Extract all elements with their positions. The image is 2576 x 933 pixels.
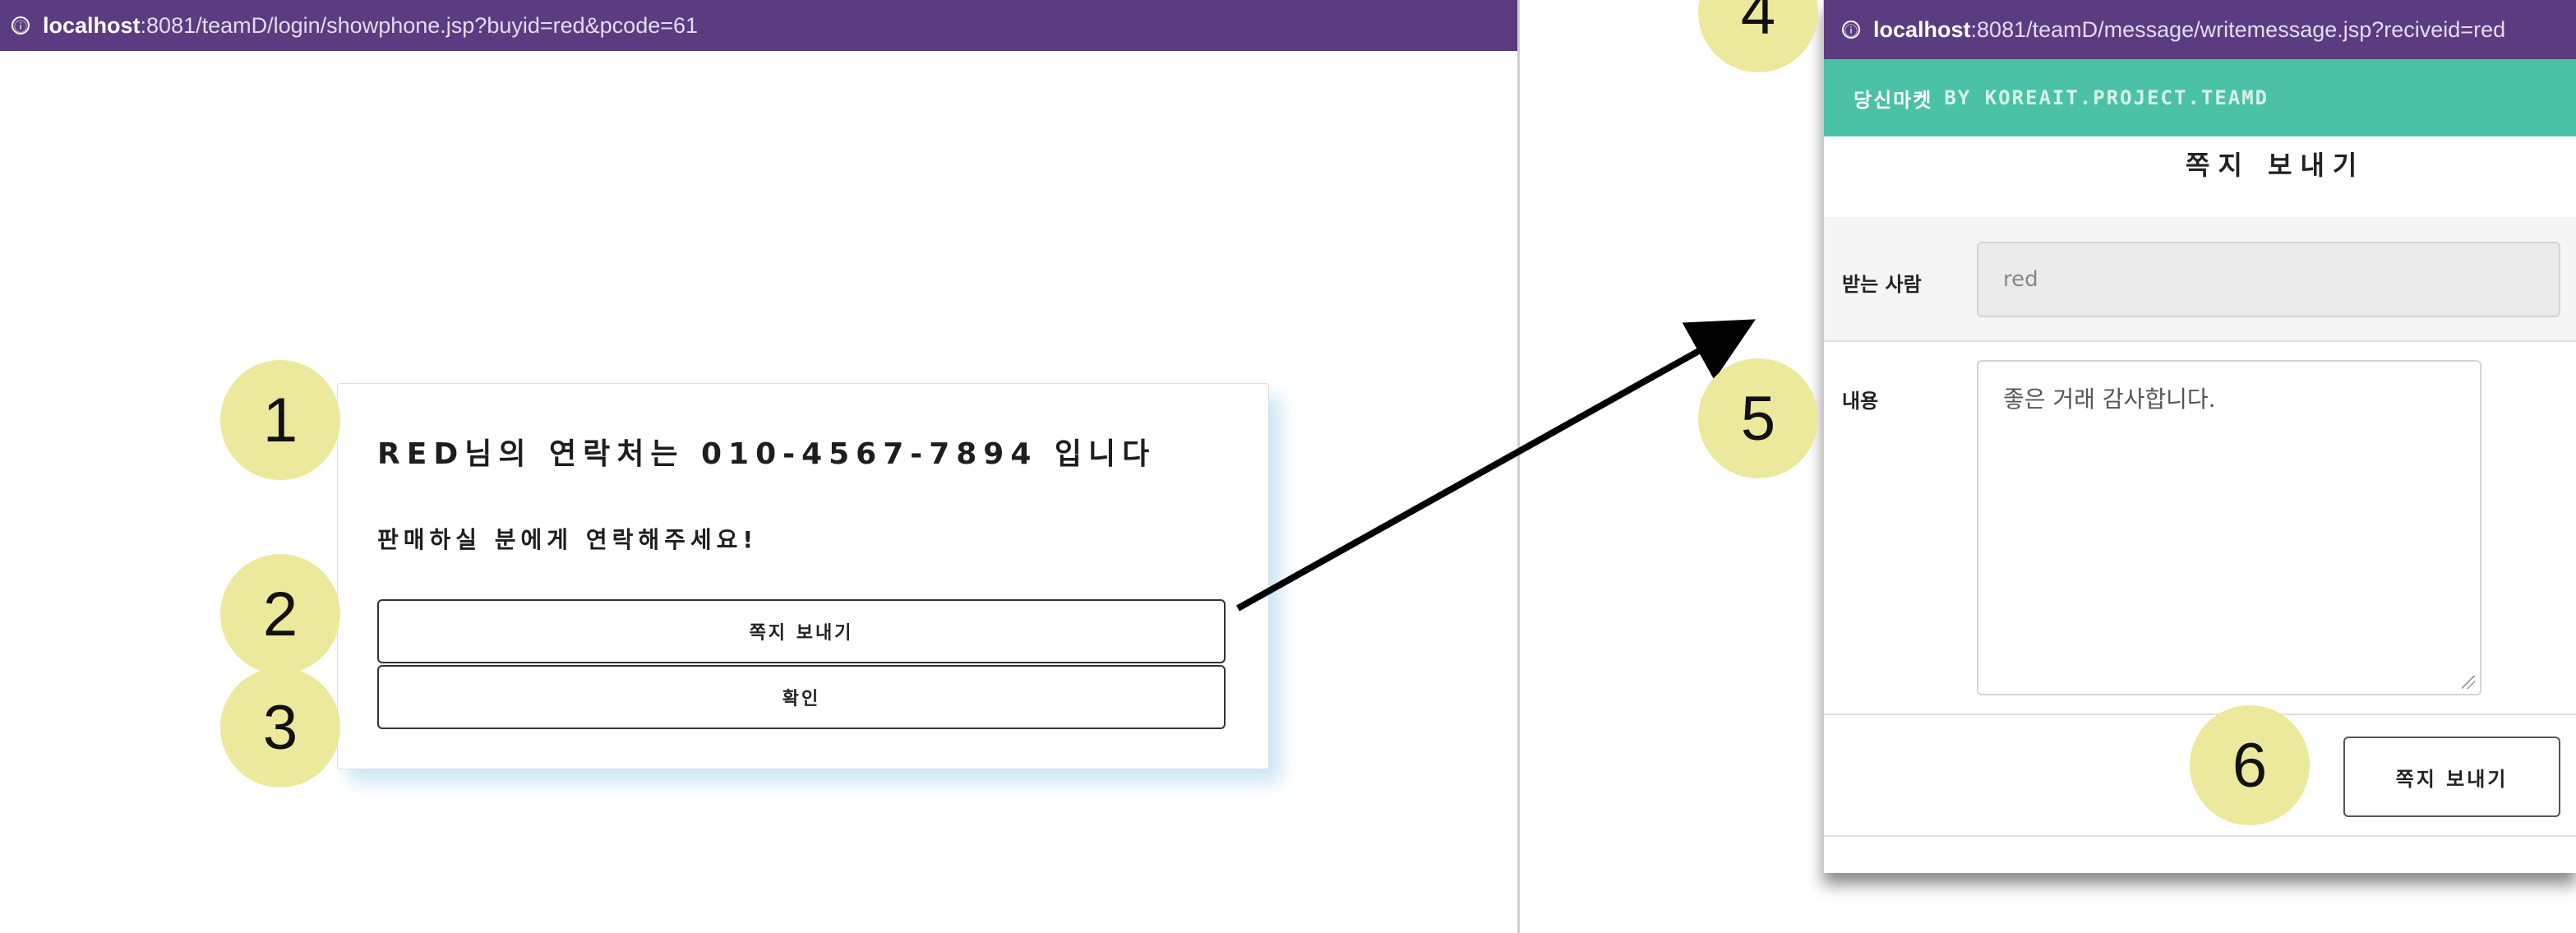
send-message-button[interactable]: 쪽지 보내기 bbox=[377, 599, 1226, 663]
info-icon[interactable]: ⓘ bbox=[12, 16, 30, 35]
page-title: 쪽지 보내기 bbox=[2186, 150, 2366, 181]
content-textarea[interactable]: 좋은 거래 감사합니다. bbox=[1977, 360, 2481, 695]
contact-instruction: 판매하실 분에게 연락해주세요! bbox=[377, 526, 759, 553]
brand-tagline: BY KOREAIT.PROJECT.TEAMD bbox=[1944, 86, 2269, 109]
contact-dialog: RED님의 연락처는 010-4567-7894 입니다 판매하실 분에게 연락… bbox=[337, 383, 1269, 769]
receiver-label: 받는 사람 bbox=[1842, 273, 1922, 296]
step-badge-5: 5 bbox=[1698, 358, 1818, 478]
url-host: localhost bbox=[1873, 16, 1971, 42]
send-message-submit-button[interactable]: 쪽지 보내기 bbox=[2343, 737, 2560, 817]
resize-grip-icon[interactable] bbox=[2462, 676, 2475, 689]
brand-header: 당신마켓 BY KOREAIT.PROJECT.TEAMD bbox=[1824, 59, 2576, 136]
info-icon[interactable]: ⓘ bbox=[1842, 21, 1860, 39]
content-label: 내용 bbox=[1842, 390, 1879, 413]
url-path: :8081/teamD/login/showphone.jsp?buyid=re… bbox=[140, 12, 699, 38]
step-badge-4: 4 bbox=[1698, 0, 1818, 72]
contact-message: RED님의 연락처는 010-4567-7894 입니다 bbox=[377, 437, 1156, 471]
receiver-field[interactable]: red bbox=[1977, 242, 2560, 317]
step-badge-3: 3 bbox=[220, 667, 340, 788]
step-badge-1: 1 bbox=[220, 360, 340, 480]
url-host: localhost bbox=[43, 12, 141, 38]
receiver-row: 받는 사람 red bbox=[1824, 217, 2576, 340]
brand-name[interactable]: 당신마켓 bbox=[1854, 84, 1932, 113]
login-showphone-window: ⓘ localhost :8081/teamD/login/showphone.… bbox=[0, 0, 1520, 933]
content-row: 내용 좋은 거래 감사합니다. bbox=[1824, 340, 2576, 715]
content-text: 좋은 거래 감사합니다. bbox=[2003, 386, 2216, 413]
divider bbox=[1824, 835, 2576, 837]
address-bar[interactable]: ⓘ localhost :8081/teamD/login/showphone.… bbox=[0, 0, 1517, 51]
step-badge-2: 2 bbox=[220, 554, 340, 674]
address-bar[interactable]: ⓘ localhost :8081/teamD/message/writemes… bbox=[1824, 0, 2576, 59]
confirm-button[interactable]: 확인 bbox=[377, 665, 1226, 729]
url-path: :8081/teamD/message/writemessage.jsp?rec… bbox=[1970, 16, 2506, 42]
step-badge-6: 6 bbox=[2190, 705, 2310, 825]
